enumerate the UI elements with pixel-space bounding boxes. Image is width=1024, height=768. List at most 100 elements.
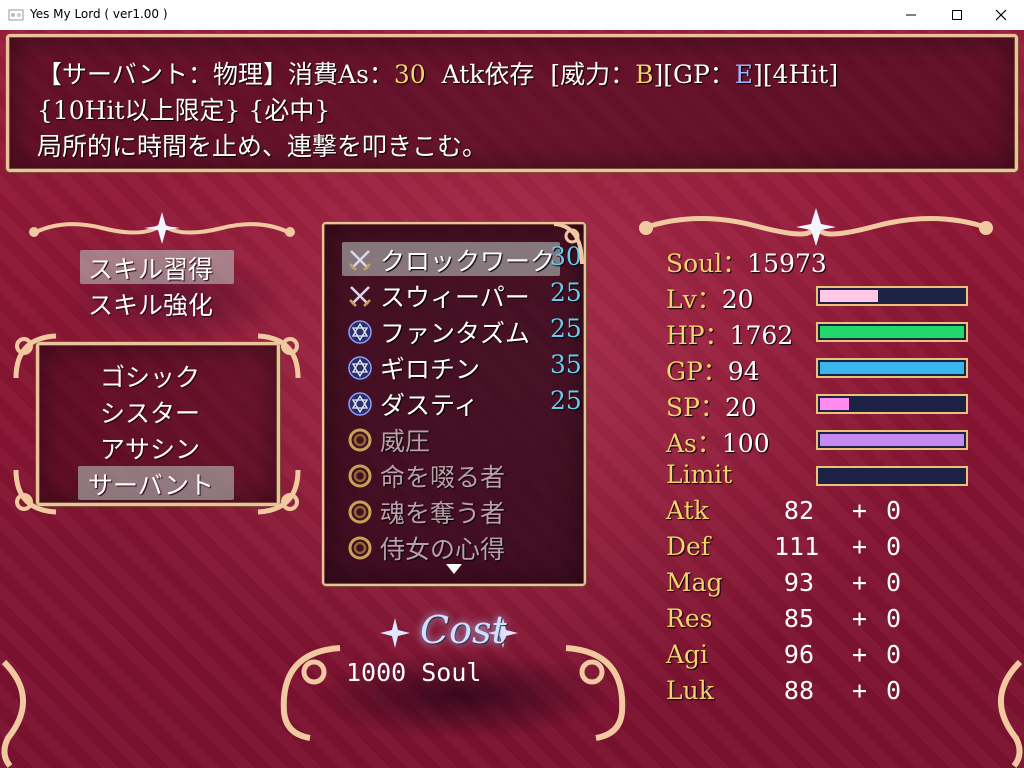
param-bonus: 0 <box>886 640 902 669</box>
hexagram-icon <box>348 392 372 416</box>
skill-description-line-2: {10Hit以上限定} {必中} <box>37 96 331 125</box>
hexagram-icon <box>348 356 372 380</box>
param-plus: + <box>852 640 868 669</box>
soul-label: Soul： <box>666 249 748 278</box>
ornament-cost-left <box>270 642 350 742</box>
param-base: 82 <box>783 496 814 525</box>
soul-stat: Soul：15973 <box>666 244 827 280</box>
ornament-left-top <box>22 210 302 244</box>
gauge-value: 100 <box>721 429 770 458</box>
param-row: Res 85 +0 <box>666 604 966 638</box>
gauge-label: GP： <box>666 357 728 386</box>
ornament-skill-corner <box>548 220 588 270</box>
skill-item[interactable]: 魂を奪う者 <box>346 494 578 528</box>
passive-ring-icon <box>348 464 372 488</box>
skill-name: ギロチン <box>380 355 481 384</box>
param-name: Atk <box>666 496 709 525</box>
skill-description-line-3: 局所的に時間を止め、連撃を叩きこむ。 <box>37 132 488 161</box>
passive-ring-icon <box>348 500 372 524</box>
close-button[interactable] <box>978 0 1024 30</box>
class-sister[interactable]: シスター <box>100 394 200 430</box>
skill-item[interactable]: スウィーパー 25 <box>346 278 582 312</box>
gauge-value: 1762 <box>729 321 794 350</box>
skill-type: 【サーバント：物理】 <box>37 60 289 89</box>
skill-item[interactable]: ファンタズム 25 <box>346 314 582 348</box>
mode-learn-skill[interactable]: スキル習得 <box>88 250 213 286</box>
soul-value: 15973 <box>747 249 827 278</box>
consume-label: 消費As： <box>288 60 394 89</box>
gauge-label: SP： <box>666 393 725 422</box>
ornament-class-top-right <box>244 328 304 388</box>
window-titlebar: Yes My Lord ( ver1.00 ) <box>0 0 1024 31</box>
consume-value: 30 <box>393 60 426 89</box>
param-base: 93 <box>783 568 814 597</box>
ornament-class-top-left <box>10 328 70 388</box>
power-rank: B <box>635 60 654 89</box>
param-plus: + <box>852 676 868 705</box>
param-row: Mag 93 +0 <box>666 568 966 602</box>
skill-name: 侍女の心得 <box>380 535 506 564</box>
gauge-bar <box>816 322 968 342</box>
class-assassin[interactable]: アサシン <box>100 430 200 466</box>
param-plus: + <box>852 496 868 525</box>
gauge-label: Lv： <box>666 285 722 314</box>
gauge-fill <box>820 434 964 446</box>
gauge-value: 20 <box>721 285 754 314</box>
gauge-bar <box>816 430 968 450</box>
ornament-bottom-right <box>980 658 1024 768</box>
param-plus: + <box>852 532 868 561</box>
skill-cost: 25 <box>550 278 582 307</box>
ornament-status-top <box>636 206 996 246</box>
param-base: 85 <box>783 604 814 633</box>
gauge-fill <box>820 290 878 302</box>
skill-name: ファンタズム <box>380 319 531 348</box>
skill-item[interactable]: ダスティ 25 <box>346 386 582 420</box>
gp-close: ] <box>753 60 763 89</box>
ornament-bottom-left <box>0 658 44 768</box>
skill-description-line-1: 【サーバント：物理】消費As：30 Atk依存 [威力：B][GP：E][4Hi… <box>37 55 838 91</box>
class-gothic[interactable]: ゴシック <box>100 358 200 394</box>
skill-name: 威圧 <box>380 427 431 456</box>
gauge-label-row: Lv：20 <box>666 280 754 316</box>
skill-item[interactable]: クロックワーク 30 <box>346 242 582 276</box>
passive-ring-icon <box>348 428 372 452</box>
gp-rank: E <box>734 60 754 89</box>
skill-description-window: 【サーバント：物理】消費As：30 Atk依存 [威力：B][GP：E][4Hi… <box>6 34 1018 172</box>
ornament-class-bottom-left <box>10 460 70 520</box>
param-row: Def 111 +0 <box>666 532 966 566</box>
param-bonus: 0 <box>886 532 902 561</box>
minimize-button[interactable] <box>888 0 934 30</box>
skill-item[interactable]: 侍女の心得 <box>346 530 578 564</box>
gauge-label-row: HP：1762 <box>666 316 793 352</box>
param-base: 111 <box>774 532 820 561</box>
skill-name: スウィーパー <box>380 283 530 312</box>
skill-item[interactable]: 命を啜る者 <box>346 458 578 492</box>
skill-item[interactable]: 威圧 <box>346 422 578 456</box>
param-row: Luk 88 +0 <box>666 676 966 710</box>
skill-name: 命を啜る者 <box>380 463 506 492</box>
maximize-button[interactable] <box>934 0 980 30</box>
param-base: 88 <box>783 676 814 705</box>
depend-stat: Atk依存 <box>441 60 535 89</box>
param-plus: + <box>852 604 868 633</box>
param-bonus: 0 <box>886 568 902 597</box>
class-servant[interactable]: サーバント <box>88 466 214 502</box>
gauge-bar <box>816 466 968 486</box>
param-plus: + <box>852 568 868 597</box>
param-name: Res <box>666 604 713 633</box>
scroll-down-arrow-icon[interactable] <box>446 564 462 574</box>
gauge-fill <box>820 362 964 374</box>
hexagram-icon <box>348 320 372 344</box>
skill-cost: 25 <box>550 314 582 343</box>
gauge-value: 94 <box>727 357 760 386</box>
maximize-icon <box>952 10 962 20</box>
window-title: Yes My Lord ( ver1.00 ) <box>30 7 168 21</box>
gauge-label-row: Limit <box>666 460 732 489</box>
gauge-label: As： <box>666 429 722 458</box>
skill-name: クロックワーク <box>380 247 556 276</box>
mode-enhance-skill[interactable]: スキル強化 <box>88 286 213 322</box>
ornament-class-bottom-right <box>244 460 304 520</box>
skill-list-window: クロックワーク 30 スウィーパー 25 ファンタズム 25 ギロチン 35 ダスティ 25 威圧命… <box>322 222 586 586</box>
ornament-cost-right <box>556 642 636 742</box>
skill-item[interactable]: ギロチン 35 <box>346 350 582 384</box>
